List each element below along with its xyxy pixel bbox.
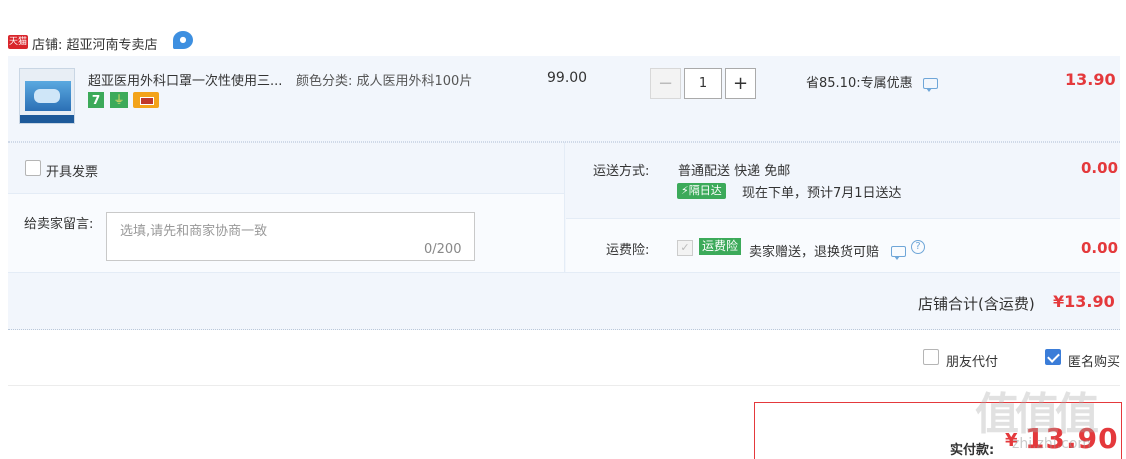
shop-total-value: ¥13.90 (1053, 292, 1115, 311)
message-label: 给卖家留言: (24, 217, 94, 232)
divider (564, 142, 565, 272)
insurance-badge: 运费险 (699, 238, 742, 255)
item-row (8, 56, 1120, 142)
shop-name[interactable]: 店铺: 超亚河南专卖店 (32, 34, 158, 53)
message-icon[interactable] (891, 246, 907, 260)
insurance-fee: 0.00 (1081, 239, 1119, 257)
insurance-desc-text: 卖家赠送，退换货可赔 (749, 245, 880, 260)
quantity-decrease-button[interactable]: − (650, 68, 681, 99)
delivery-eta: 现在下单，预计7月1日送达 (742, 186, 902, 201)
unit-price: 99.00 (547, 70, 588, 86)
lightning-icon: ⚡ (681, 184, 689, 197)
insurance-checkbox: ✓ (677, 240, 693, 256)
watermark-logo: 值值值 (975, 389, 1099, 440)
anonymous-label[interactable]: 匿名购买 (1068, 351, 1120, 370)
invoice-label[interactable]: 开具发票 (46, 161, 98, 180)
plug-icon: ⏚ (110, 92, 128, 108)
insurance-desc: 卖家赠送，退换货可赔 (749, 241, 907, 260)
quantity-increase-button[interactable]: + (725, 68, 756, 99)
item-sku: 颜色分类: 成人医用外科100片 (296, 74, 473, 89)
item-total: 13.90 (1065, 70, 1116, 89)
discount-text: 省85.10:专属优惠 (806, 76, 913, 91)
shop-total-label: 店铺合计(含运费) (918, 295, 1035, 313)
friend-pay-checkbox[interactable] (923, 349, 939, 365)
card-icon (133, 92, 159, 108)
shipping-label: 运送方式: (593, 164, 650, 179)
insurance-label: 运费险: (606, 243, 650, 258)
friend-pay-label[interactable]: 朋友代付 (946, 351, 998, 370)
quantity-input[interactable]: 1 (684, 68, 722, 99)
help-icon[interactable]: ? (911, 240, 925, 254)
message-placeholder: 选填,请先和商家协商一致 (120, 224, 268, 239)
discount-info: 省85.10:专属优惠 (806, 72, 938, 92)
product-thumbnail[interactable] (19, 68, 75, 124)
invoice-checkbox[interactable] (25, 160, 41, 176)
item-title[interactable]: 超亚医用外科口罩一次性使用三... (88, 70, 282, 89)
next-day-badge: ⚡隔日达 (677, 183, 726, 199)
wangwang-chat-icon[interactable]: ● (173, 31, 193, 49)
anonymous-checkbox[interactable] (1045, 349, 1061, 365)
shipping-method: 普通配送 快递 免邮 (678, 164, 791, 179)
message-char-counter: 0/200 (424, 242, 462, 257)
watermark-site: zhi.zhi.com (1012, 436, 1092, 452)
shipping-fee: 0.00 (1081, 159, 1119, 177)
next-day-label: 隔日达 (688, 184, 722, 197)
message-icon[interactable] (922, 78, 938, 92)
tmall-badge: 天猫 (8, 35, 28, 49)
divider (8, 385, 1120, 386)
seven-day-return-icon: 7 (88, 92, 104, 108)
